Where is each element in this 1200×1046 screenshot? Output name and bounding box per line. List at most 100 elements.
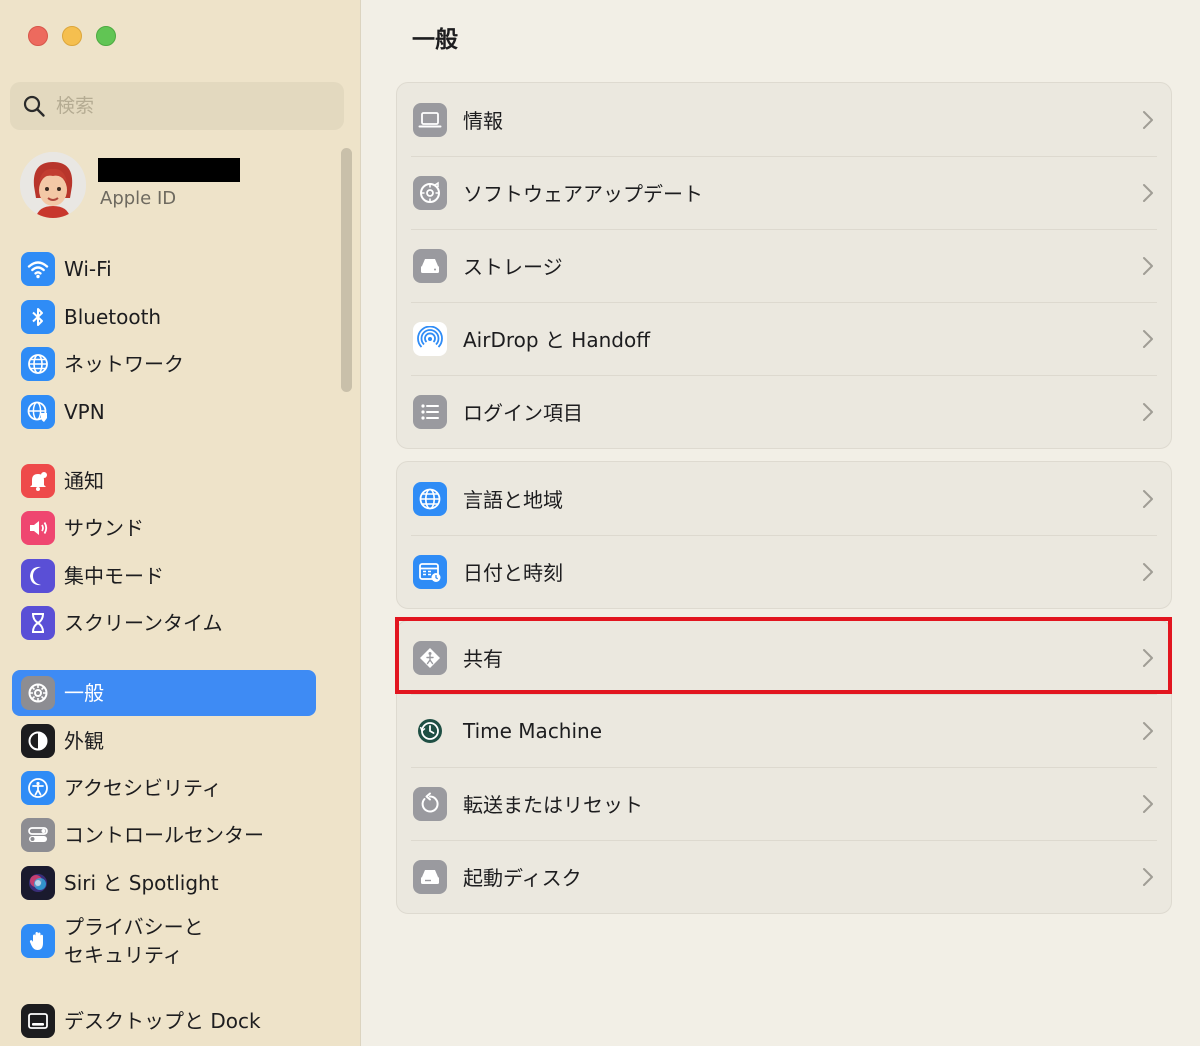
search-icon (23, 95, 45, 117)
row-sharing[interactable]: 共有 (397, 621, 1171, 694)
row-software-update[interactable]: ソフトウェアアップデート (397, 156, 1171, 229)
sidebar-item-label: 外観 (64, 729, 104, 753)
row-label: 共有 (463, 647, 503, 671)
calendar-clock-icon (413, 554, 447, 589)
sidebar-item-label: 通知 (64, 469, 104, 493)
gear-icon (21, 676, 55, 710)
row-time-machine[interactable]: Time Machine (397, 694, 1171, 767)
sidebar-item-label: 集中モード (64, 564, 164, 588)
sidebar-item-label: デスクトップと Dock (64, 1009, 261, 1033)
speaker-icon (21, 511, 55, 545)
row-label: 転送またはリセット (463, 793, 643, 817)
redacted-name (98, 158, 240, 182)
sidebar-item-wifi[interactable]: Wi-Fi (12, 246, 316, 292)
airdrop-icon (413, 321, 447, 356)
row-label: 情報 (463, 109, 503, 133)
laptop-icon (413, 102, 447, 137)
globe-icon (413, 481, 447, 516)
sidebar-item-label: VPN (64, 400, 105, 424)
sidebar-item-label: プライバシーと セキュリティ (64, 915, 204, 967)
sidebar-item-label: ネットワーク (64, 352, 184, 376)
sidebar-item-siri-spotlight[interactable]: Siri と Spotlight (12, 860, 316, 906)
chevron-right-icon (1143, 256, 1153, 275)
sidebar-item-privacy-security[interactable]: プライバシーと セキュリティ (12, 912, 316, 970)
minimize-button[interactable] (62, 26, 82, 46)
sidebar-item-general[interactable]: 一般 (12, 670, 316, 716)
apple-id-label: Apple ID (100, 188, 177, 209)
settings-group-sharing: 共有 Time Machine 転送またはリセット 起動ディスク (396, 620, 1172, 914)
page-title: 一般 (412, 27, 458, 53)
close-button[interactable] (28, 26, 48, 46)
settings-group-language: 言語と地域 日付と時刻 (396, 461, 1172, 609)
sidebar-item-accessibility[interactable]: アクセシビリティ (12, 765, 316, 811)
reset-icon (413, 786, 447, 821)
sidebar-item-screen-time[interactable]: スクリーンタイム (12, 600, 316, 646)
chevron-right-icon (1143, 867, 1153, 886)
sidebar-item-network[interactable]: ネットワーク (12, 341, 316, 387)
appearance-icon (21, 724, 55, 758)
row-transfer-reset[interactable]: 転送またはリセット (397, 767, 1171, 840)
row-startup-disk[interactable]: 起動ディスク (397, 840, 1171, 913)
zoom-button[interactable] (96, 26, 116, 46)
bluetooth-icon (21, 300, 55, 334)
chevron-right-icon (1143, 489, 1153, 508)
row-language-region[interactable]: 言語と地域 (397, 462, 1171, 535)
moon-icon (21, 559, 55, 593)
search-field[interactable] (10, 82, 344, 130)
sidebar-item-appearance[interactable]: 外観 (12, 718, 316, 764)
row-airdrop-handoff[interactable]: AirDrop と Handoff (397, 302, 1171, 375)
sidebar-item-sound[interactable]: サウンド (12, 505, 316, 551)
settings-group-system: 情報 ソフトウェアアップデート ストレージ AirDrop と Handoff … (396, 82, 1172, 449)
chevron-right-icon (1143, 562, 1153, 581)
vpn-icon (21, 395, 55, 429)
search-input[interactable] (56, 95, 316, 117)
list-icon (413, 394, 447, 429)
time-machine-icon (413, 714, 447, 748)
sidebar-item-desktop-dock[interactable]: デスクトップと Dock (12, 998, 316, 1044)
sidebar-item-control-center[interactable]: コントロールセンター (12, 812, 316, 858)
sidebar-item-vpn[interactable]: VPN (12, 389, 316, 435)
toggles-icon (21, 818, 55, 852)
desktop-icon (21, 1004, 55, 1038)
sidebar-item-label: アクセシビリティ (64, 776, 222, 800)
sidebar-item-label: スクリーンタイム (64, 611, 223, 635)
sidebar-item-label: サウンド (64, 516, 144, 540)
row-label: 言語と地域 (463, 488, 563, 512)
row-date-time[interactable]: 日付と時刻 (397, 535, 1171, 608)
chevron-right-icon (1143, 110, 1153, 129)
siri-icon (21, 866, 55, 900)
apple-id-profile[interactable]: Apple ID (20, 150, 340, 222)
chevron-right-icon (1143, 648, 1153, 667)
sharing-icon (413, 640, 447, 675)
row-storage[interactable]: ストレージ (397, 229, 1171, 302)
sidebar-item-notifications[interactable]: 通知 (12, 458, 316, 504)
sidebar-item-label: Siri と Spotlight (64, 871, 219, 895)
row-label: AirDrop と Handoff (463, 328, 650, 352)
avatar (20, 152, 86, 218)
row-label: ストレージ (463, 255, 563, 279)
chevron-right-icon (1143, 721, 1153, 740)
hourglass-icon (21, 606, 55, 640)
row-label: Time Machine (463, 718, 603, 743)
chevron-right-icon (1143, 329, 1153, 348)
accessibility-icon (21, 771, 55, 805)
chevron-right-icon (1143, 183, 1153, 202)
hand-icon (21, 924, 55, 958)
update-gear-icon (413, 175, 447, 210)
globe-icon (21, 347, 55, 381)
row-about[interactable]: 情報 (397, 83, 1171, 156)
sidebar-scrollbar[interactable] (341, 148, 352, 392)
sidebar-item-label: 一般 (64, 681, 104, 705)
row-label: ソフトウェアアップデート (463, 182, 703, 206)
row-login-items[interactable]: ログイン項目 (397, 375, 1171, 448)
sidebar-item-bluetooth[interactable]: Bluetooth (12, 294, 316, 340)
row-label: 起動ディスク (463, 866, 582, 890)
sidebar: Apple ID Wi-Fi Bluetooth ネットワーク VPN 通知 (0, 0, 361, 1046)
sidebar-item-focus[interactable]: 集中モード (12, 553, 316, 599)
sidebar-item-label: Wi-Fi (64, 257, 112, 281)
row-label: 日付と時刻 (463, 561, 563, 585)
window-controls (28, 26, 116, 46)
sidebar-item-label: Bluetooth (64, 305, 162, 329)
chevron-right-icon (1143, 402, 1153, 421)
disk-icon (413, 859, 447, 894)
